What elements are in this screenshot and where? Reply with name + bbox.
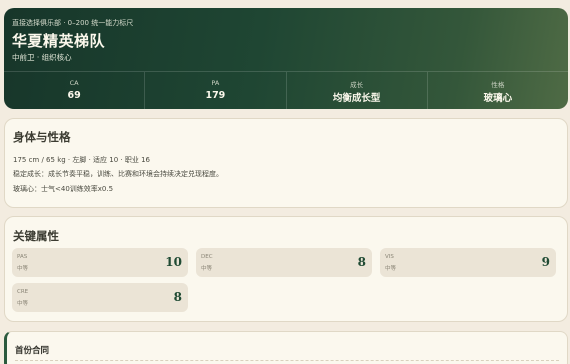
stat-pa: PA 179	[145, 72, 287, 109]
attribute-grade: 中等	[385, 266, 397, 272]
hero-subtitle: 直接选择俱乐部 · 0–200 统一能力标尺	[12, 19, 134, 27]
hero-stats: CA 69 PA 179 成长 均衡成长型 性格 玻璃心	[4, 71, 568, 109]
attribute-code: VIS	[385, 254, 394, 260]
stat-label: 成长	[350, 81, 364, 89]
profile-title: 身体与性格	[13, 130, 71, 144]
attribute-grade: 中等	[17, 266, 29, 272]
stat-label: 性格	[491, 81, 505, 89]
contract-card: 首份合同	[4, 331, 568, 364]
attribute-value: 8	[357, 255, 366, 269]
attribute-code: PAS	[17, 254, 28, 260]
attribute-vis: VIS 中等 9	[380, 248, 556, 277]
attributes-title: 关键属性	[13, 229, 59, 243]
attribute-code: CRE	[17, 289, 29, 295]
stat-label: PA	[211, 79, 220, 87]
stat-label: CA	[69, 79, 79, 87]
attribute-grade: 中等	[17, 301, 29, 307]
attribute-value: 10	[165, 255, 182, 269]
attribute-pas: PAS 中等 10	[12, 248, 188, 277]
attribute-value: 8	[173, 290, 182, 304]
attributes-card: 关键属性 PAS 中等 10 DEC 中等 8 VIS 中等 9 CRE 中等 …	[4, 216, 568, 322]
attribute-code: DEC	[201, 254, 213, 260]
stat-value: 均衡成长型	[332, 93, 381, 104]
profile-line-growth: 稳定成长：成长节奏平稳，训练、比赛和环境会持续决定兑现程度。	[13, 170, 223, 178]
stat-growth: 成长 均衡成长型	[287, 72, 428, 109]
stat-value: 179	[205, 90, 226, 101]
attribute-cre: CRE 中等 8	[12, 283, 188, 312]
contract-divider	[15, 360, 559, 361]
stat-value: 69	[67, 90, 81, 101]
contract-title: 首份合同	[15, 346, 50, 356]
profile-line-personality: 玻璃心：士气<40训练效率x0.5	[13, 185, 114, 193]
attribute-dec: DEC 中等 8	[196, 248, 372, 277]
player-name: 华夏精英梯队	[12, 32, 106, 50]
stat-ca: CA 69	[4, 72, 146, 109]
stat-value: 玻璃心	[483, 93, 513, 104]
stat-personality: 性格 玻璃心	[428, 72, 568, 109]
attribute-grade: 中等	[201, 266, 213, 272]
profile-card: 身体与性格 175 cm / 65 kg · 左脚 · 适应 10 · 职业 1…	[4, 118, 568, 208]
player-hero-card: 直接选择俱乐部 · 0–200 统一能力标尺 华夏精英梯队 中前卫 · 组织核心…	[4, 8, 568, 109]
player-role: 中前卫 · 组织核心	[12, 53, 72, 62]
profile-line-body: 175 cm / 65 kg · 左脚 · 适应 10 · 职业 16	[13, 156, 150, 164]
attribute-value: 9	[541, 255, 550, 269]
